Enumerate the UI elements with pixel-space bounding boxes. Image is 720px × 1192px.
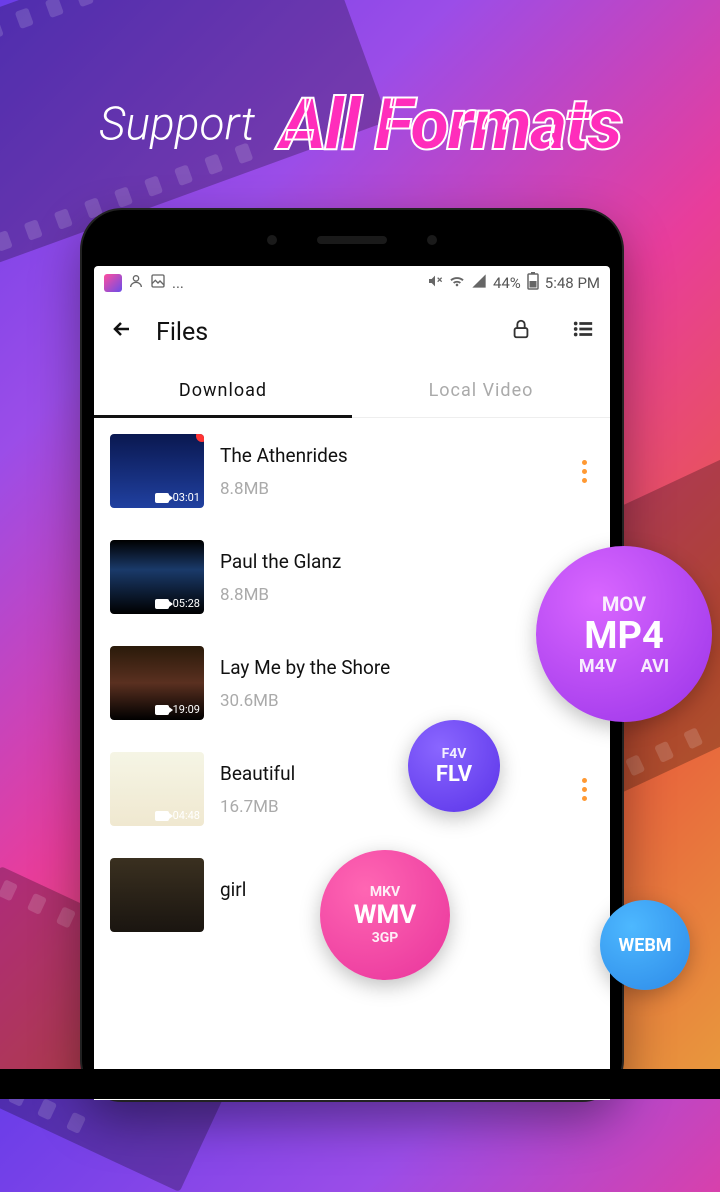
- signal-icon: [471, 273, 487, 293]
- page-title: Files: [156, 318, 470, 347]
- person-icon: [128, 273, 144, 293]
- more-notifications: ...: [172, 274, 184, 292]
- video-duration: 03:01: [173, 491, 200, 504]
- video-duration: 04:48: [173, 809, 200, 822]
- video-title: Beautiful: [220, 762, 558, 785]
- video-item[interactable]: 19:09 Lay Me by the Shore 30.6MB: [94, 630, 610, 736]
- camera-icon: [155, 705, 169, 715]
- more-options-button[interactable]: [574, 460, 594, 483]
- app-icon: [104, 274, 122, 292]
- mute-icon: [427, 273, 443, 293]
- more-options-button[interactable]: [574, 778, 594, 801]
- marketing-prefix: Support: [99, 98, 255, 152]
- video-title: Lay Me by the Shore: [220, 656, 558, 679]
- video-thumbnail[interactable]: 04:48: [110, 752, 204, 826]
- battery-percent: 44%: [493, 274, 521, 292]
- video-item[interactable]: 05:28 Paul the Glanz 8.8MB: [94, 524, 610, 630]
- video-thumbnail[interactable]: 03:01: [110, 434, 204, 508]
- battery-icon: [527, 272, 539, 294]
- format-bubble-wmv: MKV WMV 3GP: [320, 850, 450, 980]
- video-duration: 19:09: [173, 703, 200, 716]
- image-icon: [150, 273, 166, 293]
- format-bubble-webm: WEBM: [600, 900, 690, 990]
- camera-icon: [155, 493, 169, 503]
- list-view-icon[interactable]: [572, 318, 594, 346]
- clock-time: 5:48 PM: [545, 274, 600, 292]
- video-title: Paul the Glanz: [220, 550, 558, 573]
- video-item[interactable]: 03:01 The Athenrides 8.8MB: [94, 418, 610, 524]
- back-button[interactable]: [110, 317, 134, 348]
- camera-icon: [155, 599, 169, 609]
- bottom-black-bar: [0, 1069, 720, 1099]
- format-bubble-mp4: MOV MP4 M4VAVI: [536, 546, 712, 722]
- video-size: 30.6MB: [220, 691, 558, 711]
- app-header: Files: [94, 300, 610, 364]
- video-list[interactable]: 03:01 The Athenrides 8.8MB 05:28 Paul th…: [94, 418, 610, 1100]
- video-size: 16.7MB: [220, 797, 558, 817]
- video-size: 8.8MB: [220, 585, 558, 605]
- marketing-main: All Formats: [279, 82, 621, 167]
- lock-icon[interactable]: [510, 318, 532, 346]
- video-title: The Athenrides: [220, 444, 558, 467]
- video-thumbnail[interactable]: 05:28: [110, 540, 204, 614]
- camera-icon: [155, 811, 169, 821]
- video-thumbnail[interactable]: [110, 858, 204, 932]
- video-item[interactable]: 04:48 Beautiful 16.7MB: [94, 736, 610, 842]
- marketing-headline: Support All Formats: [0, 82, 720, 167]
- video-size: 8.8MB: [220, 479, 558, 499]
- wifi-icon: [449, 273, 465, 293]
- new-badge: [196, 434, 204, 442]
- video-duration: 05:28: [173, 597, 200, 610]
- phone-screen: ... 44% 5:48 PM: [94, 266, 610, 1100]
- video-thumbnail[interactable]: 19:09: [110, 646, 204, 720]
- tabs: Download Local Video: [94, 364, 610, 418]
- tab-download[interactable]: Download: [94, 364, 352, 417]
- format-bubble-flv: F4V FLV: [408, 720, 500, 812]
- tab-local-video[interactable]: Local Video: [352, 364, 610, 417]
- status-bar: ... 44% 5:48 PM: [94, 266, 610, 300]
